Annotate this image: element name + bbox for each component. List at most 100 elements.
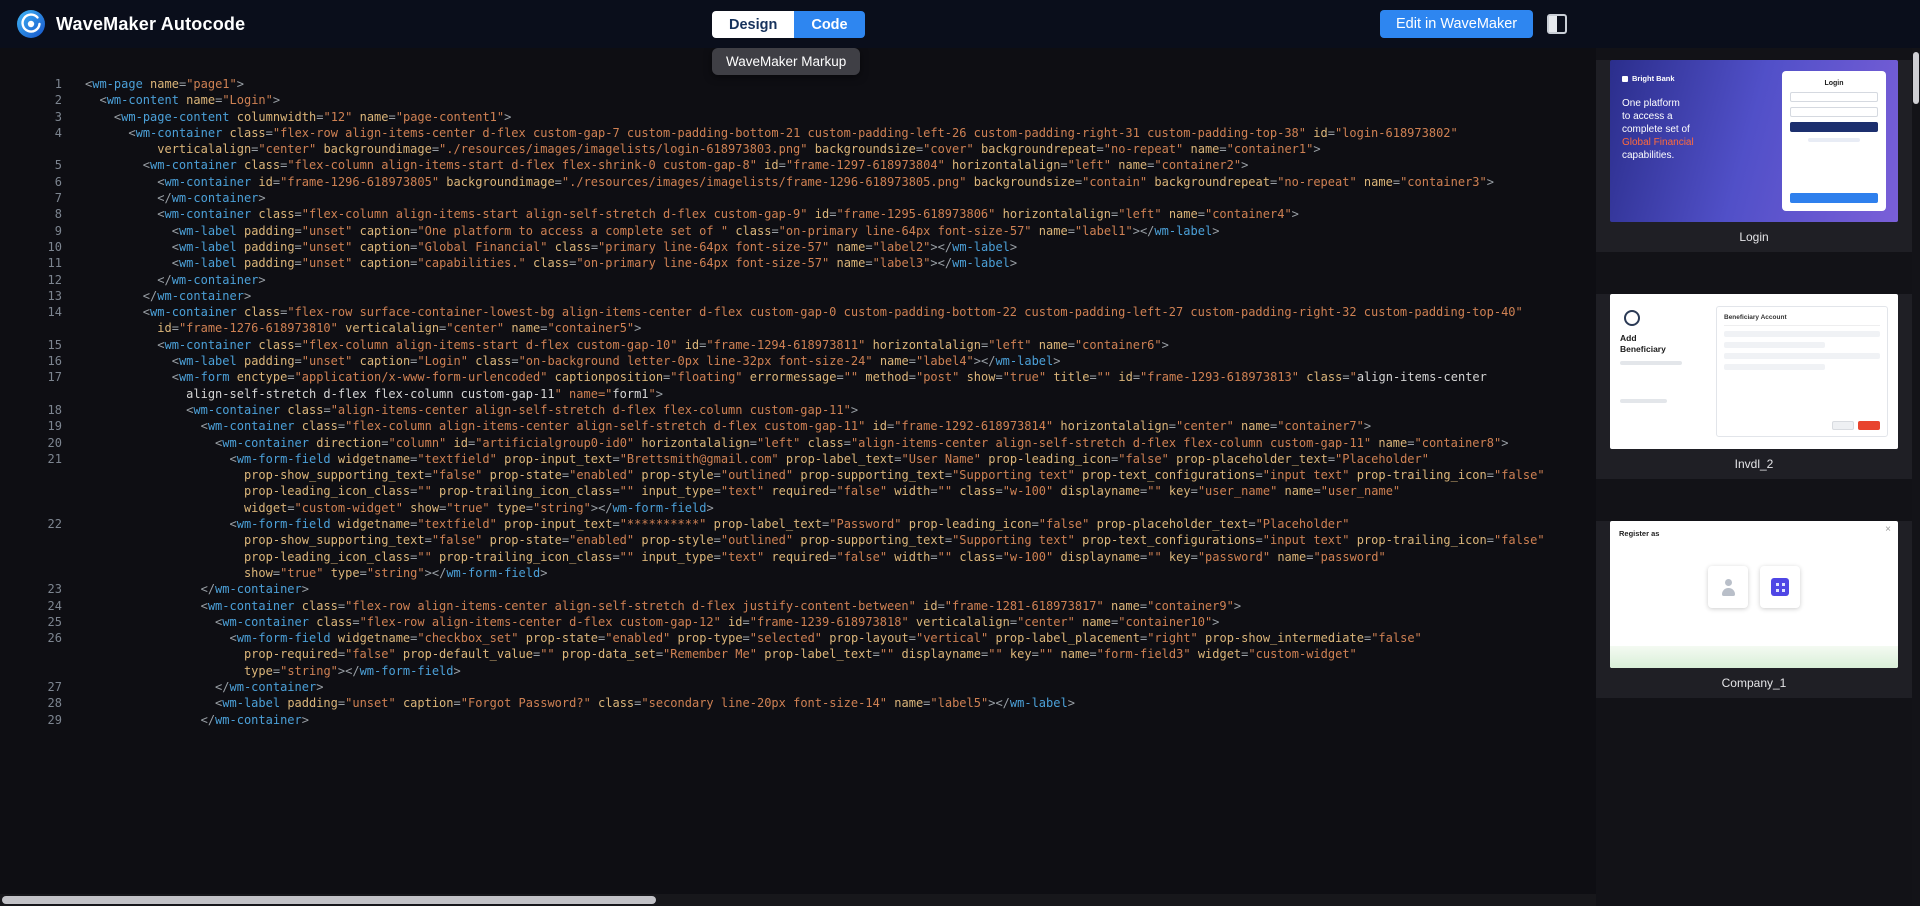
line-number: 23 [0,581,62,597]
line-number: 22 [0,516,62,532]
pages-sidebar: Bright Bank One platform to access a com… [1596,48,1912,906]
design-tab[interactable]: Design [712,11,794,38]
code-editor[interactable]: 1<wm-page name="page1">2 <wm-content nam… [0,48,1596,906]
line-number [0,663,62,679]
login-card-preview: Login [1782,71,1886,211]
code-line[interactable]: 23 </wm-container> [0,581,1596,597]
code-line[interactable]: 26 <wm-form-field widgetname="checkbox_s… [0,630,1596,646]
code-line[interactable]: 16 <wm-label padding="unset" caption="Lo… [0,353,1596,369]
person-icon [1719,578,1737,596]
line-number [0,646,62,662]
code-line[interactable]: 27 </wm-container> [0,679,1596,695]
page-name-label: Login [1596,222,1912,252]
code-line[interactable]: 7 </wm-container> [0,190,1596,206]
code-line[interactable]: widget="custom-widget" show="true" type=… [0,500,1596,516]
code-line[interactable]: 22 <wm-form-field widgetname="textfield"… [0,516,1596,532]
app-header: WaveMaker Autocode Design Code Edit in W… [0,0,1920,48]
code-line[interactable]: 6 <wm-container id="frame-1296-618973805… [0,174,1596,190]
code-line[interactable]: 4 <wm-container class="flex-row align-it… [0,125,1596,141]
line-number: 25 [0,614,62,630]
line-number: 24 [0,598,62,614]
preview-submit-button [1858,421,1880,430]
page-item-login: Bright Bank One platform to access a com… [1596,60,1912,252]
code-line[interactable]: 9 <wm-label padding="unset" caption="One… [0,223,1596,239]
preview-cancel-button [1832,421,1854,430]
code-line[interactable]: 2 <wm-content name="Login"> [0,92,1596,108]
code-line[interactable]: prop-show_supporting_text="false" prop-s… [0,532,1596,548]
line-number: 7 [0,190,62,206]
code-line[interactable]: 25 <wm-container class="flex-row align-i… [0,614,1596,630]
code-line[interactable]: 12 </wm-container> [0,272,1596,288]
code-line[interactable]: show="true" type="string"></wm-form-fiel… [0,565,1596,581]
code-line[interactable]: prop-leading_icon_class="" prop-trailing… [0,483,1596,499]
code-line[interactable]: 5 <wm-container class="flex-column align… [0,157,1596,173]
code-line[interactable]: 1<wm-page name="page1"> [0,76,1596,92]
headline-accent: Global Financial [1622,136,1772,149]
line-number: 16 [0,353,62,369]
line-number: 6 [0,174,62,190]
line-number: 26 [0,630,62,646]
page-name-label: Company_1 [1596,668,1912,698]
code-line[interactable]: 24 <wm-container class="flex-row align-i… [0,598,1596,614]
vertical-scrollbar[interactable] [1912,48,1920,906]
line-number: 11 [0,255,62,271]
code-line[interactable]: 11 <wm-label padding="unset" caption="ca… [0,255,1596,271]
code-line[interactable]: prop-show_supporting_text="false" prop-s… [0,467,1596,483]
code-line[interactable]: 10 <wm-label padding="unset" caption="Gl… [0,239,1596,255]
code-line[interactable]: 18 <wm-container class="align-items-cent… [0,402,1596,418]
code-line[interactable]: 15 <wm-container class="flex-column alig… [0,337,1596,353]
line-number [0,483,62,499]
line-number [0,467,62,483]
close-icon: × [1885,524,1891,535]
code-line[interactable]: verticalalign="center" backgroundimage="… [0,141,1596,157]
vertical-scrollbar-thumb[interactable] [1913,52,1919,104]
line-number: 13 [0,288,62,304]
markup-tooltip: WaveMaker Markup [712,48,860,75]
code-line[interactable]: 3 <wm-page-content columnwidth="12" name… [0,109,1596,125]
line-number: 14 [0,304,62,320]
line-number [0,565,62,581]
preview-button [1790,193,1878,203]
code-line[interactable]: 29 </wm-container> [0,712,1596,728]
code-line[interactable]: 13 </wm-container> [0,288,1596,304]
line-number: 17 [0,369,62,385]
cityscape-strip [1610,646,1898,668]
line-number: 8 [0,206,62,222]
line-number: 27 [0,679,62,695]
code-tab[interactable]: Code [794,11,864,38]
panel-toggle-icon[interactable] [1547,14,1567,34]
horizontal-scrollbar[interactable] [0,894,1596,906]
code-line[interactable]: 19 <wm-container class="flex-column alig… [0,418,1596,434]
editor-area: WaveMaker Markup 1<wm-page name="page1">… [0,48,1596,906]
line-number: 9 [0,223,62,239]
invdl-left-preview: Add Beneficiary [1620,306,1706,437]
code-line[interactable]: type="string"></wm-form-field> [0,663,1596,679]
code-line[interactable]: 17 <wm-form enctype="application/x-www-f… [0,369,1596,385]
page-thumbnail-login[interactable]: Bright Bank One platform to access a com… [1610,60,1898,222]
app-title: WaveMaker Autocode [56,14,245,35]
page-thumbnail-invdl2[interactable]: Add Beneficiary Beneficiary Account [1610,294,1898,449]
page-thumbnail-company1[interactable]: Register as × [1610,521,1898,668]
line-number [0,141,62,157]
code-line[interactable]: 20 <wm-container direction="column" id="… [0,435,1596,451]
code-line[interactable]: prop-required="false" prop-default_value… [0,646,1596,662]
building-icon [1771,578,1789,596]
line-number: 18 [0,402,62,418]
line-number: 3 [0,109,62,125]
line-number: 28 [0,695,62,711]
line-number: 15 [0,337,62,353]
code-line[interactable]: 14 <wm-container class="flex-row surface… [0,304,1596,320]
header-actions: Edit in WaveMaker [1380,10,1567,38]
horizontal-scrollbar-thumb[interactable] [2,896,656,904]
code-line[interactable]: prop-leading_icon_class="" prop-trailing… [0,549,1596,565]
code-line[interactable]: align-self-stretch d-flex flex-column cu… [0,386,1596,402]
code-line[interactable]: 28 <wm-label padding="unset" caption="Fo… [0,695,1596,711]
page-name-label: Invdl_2 [1596,449,1912,479]
edit-in-wavemaker-button[interactable]: Edit in WaveMaker [1380,10,1533,38]
code-line[interactable]: 21 <wm-form-field widgetname="textfield"… [0,451,1596,467]
line-number [0,532,62,548]
code-line[interactable]: id="frame-1276-618973810" verticalalign=… [0,320,1596,336]
beneficiary-panel-preview: Beneficiary Account [1716,306,1888,437]
code-line[interactable]: 8 <wm-container class="flex-column align… [0,206,1596,222]
brand-logo: Bright Bank [1622,74,1772,83]
